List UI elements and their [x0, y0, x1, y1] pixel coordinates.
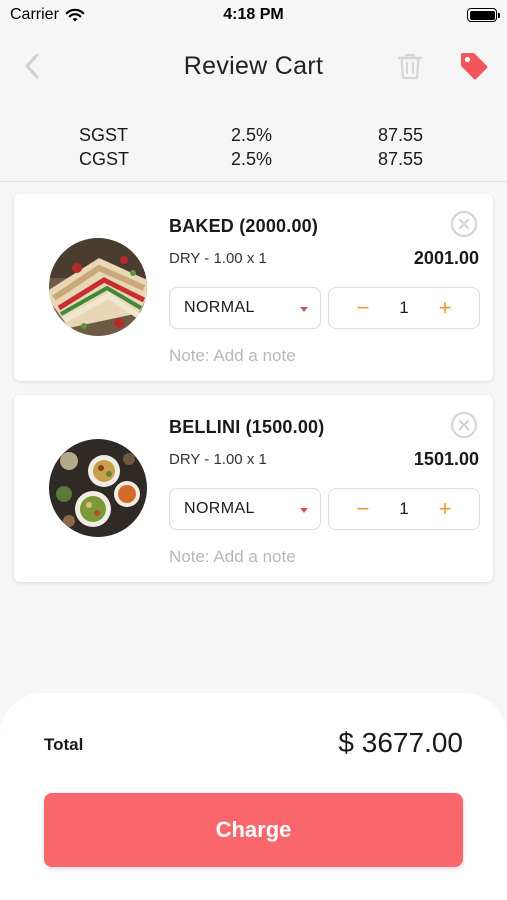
tax-row-cgst: CGST 2.5% 87.55	[0, 149, 507, 173]
tax-rate: 2.5%	[231, 149, 273, 169]
remove-item-button[interactable]	[450, 210, 478, 238]
item-meta: DRY - 1.00 x 1	[169, 451, 267, 468]
tax-amount: 87.55	[378, 125, 424, 145]
caret-down-icon	[300, 508, 308, 513]
back-button[interactable]	[18, 52, 46, 80]
status-left: Carrier	[10, 6, 85, 24]
carrier-label: Carrier	[10, 6, 59, 23]
variant-select[interactable]: NORMAL	[169, 488, 321, 530]
tax-row-sgst: SGST 2.5% 87.55	[0, 125, 507, 149]
tax-summary: SGST 2.5% 87.55 CGST 2.5% 87.55	[0, 118, 507, 182]
status-bar: Carrier 4:18 PM	[0, 0, 507, 30]
item-name: BELLINI (1500.00)	[169, 417, 325, 437]
battery-icon	[467, 8, 500, 22]
variant-select[interactable]: NORMAL	[169, 287, 321, 329]
item-image-platter	[49, 439, 147, 537]
close-circle-icon	[451, 412, 477, 438]
wifi-icon	[65, 8, 85, 21]
total-label: Total	[44, 735, 84, 754]
tag-icon	[461, 53, 488, 80]
item-name: BAKED (2000.00)	[169, 216, 319, 236]
cart-item-card: BAKED (2000.00) DRY - 1.00 x 1 2001.00 N…	[14, 194, 493, 381]
close-circle-icon	[451, 211, 477, 237]
note-input[interactable]: Note: Add a note	[169, 346, 296, 366]
tax-name: SGST	[79, 125, 129, 145]
item-image-sandwich	[49, 238, 147, 336]
tax-name: CGST	[79, 149, 130, 169]
quantity-stepper: − 1 +	[328, 287, 480, 329]
item-price: 2001.00	[413, 248, 479, 268]
item-price: 1501.00	[413, 449, 479, 469]
remove-item-button[interactable]	[450, 411, 478, 439]
item-meta: DRY - 1.00 x 1	[169, 250, 267, 267]
quantity-stepper: − 1 +	[328, 488, 480, 530]
nav-bar: Review Cart	[0, 36, 507, 96]
tax-amount: 87.55	[378, 149, 424, 169]
checkout-panel: Total $ 3677.00 Charge	[0, 693, 507, 900]
increase-quantity-button[interactable]: +	[423, 489, 467, 529]
page-title: Review Cart	[183, 51, 324, 80]
variant-value: NORMAL	[184, 299, 255, 316]
total-value: $ 3677.00	[338, 727, 463, 758]
discount-tag-button[interactable]	[457, 49, 491, 83]
clear-cart-button[interactable]	[394, 50, 426, 82]
note-input[interactable]: Note: Add a note	[169, 547, 296, 567]
caret-down-icon	[300, 307, 308, 312]
charge-button[interactable]: Charge	[44, 793, 463, 867]
tax-rate: 2.5%	[231, 125, 273, 145]
increase-quantity-button[interactable]: +	[423, 288, 467, 328]
trash-icon	[397, 53, 423, 80]
cart-item-card: BELLINI (1500.00) DRY - 1.00 x 1 1501.00…	[14, 395, 493, 582]
variant-value: NORMAL	[184, 500, 255, 517]
chevron-left-icon	[25, 53, 39, 79]
